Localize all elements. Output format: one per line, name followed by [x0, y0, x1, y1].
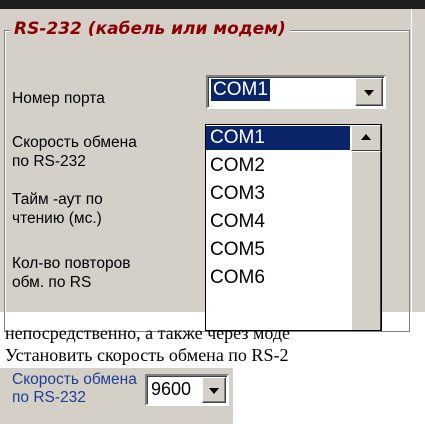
speed-dropdown-button[interactable] — [202, 377, 226, 403]
port-option[interactable]: COM2 — [206, 154, 350, 178]
port-option[interactable]: COM5 — [206, 238, 350, 262]
speed-label-line2: по RS-232 — [12, 153, 86, 170]
port-option[interactable]: COM4 — [206, 210, 350, 234]
chevron-down-icon — [209, 388, 219, 394]
settings-panel: RS-232 (кабель или модем) Номер порта CO… — [0, 9, 425, 332]
speed-field-snippet: Скорость обмена по RS-232 9600 — [0, 368, 233, 424]
timeout-label-line2: чтению (мс.) — [12, 210, 102, 227]
speed-snippet-label-line2: по RS-232 — [12, 389, 86, 406]
scroll-up-button[interactable] — [351, 125, 381, 151]
retries-label-line1: Кол-во повторов — [12, 255, 131, 272]
port-option[interactable]: COM6 — [206, 266, 350, 290]
speed-select-value: 9600 — [151, 379, 192, 399]
adjacent-panel-edge — [411, 9, 425, 312]
scroll-thumb[interactable] — [351, 151, 381, 330]
port-number-label: Номер порта — [12, 90, 105, 107]
timeout-label-line1: Тайм -аут по — [12, 191, 103, 208]
speed-label-line1: Скорость обмена — [12, 134, 137, 151]
doc-text-line1: непосредственно, а также через моде — [5, 323, 290, 343]
scroll-up-arrow-icon — [361, 134, 371, 140]
dropdown-scrollbar[interactable] — [351, 125, 381, 330]
speed-select[interactable]: 9600 — [145, 374, 229, 406]
retries-label-line2: обм. по RS — [12, 274, 92, 291]
speed-snippet-label-line1: Скорость обмена — [12, 371, 137, 388]
chevron-down-icon — [364, 90, 374, 96]
doc-text-line2: Установить скорость обмена по RS-2 — [5, 345, 289, 365]
port-select-value: COM1 — [211, 79, 270, 101]
port-dropdown-button[interactable] — [355, 78, 383, 106]
group-title: RS-232 (кабель или модем) — [10, 19, 290, 39]
title-bar-strip — [0, 0, 425, 9]
port-dropdown-list[interactable]: COM1 COM2 COM3 COM4 COM5 COM6 — [205, 124, 382, 331]
port-select[interactable]: COM1 — [206, 75, 386, 109]
port-option[interactable]: COM3 — [206, 182, 350, 206]
port-option[interactable]: COM1 — [206, 126, 350, 150]
